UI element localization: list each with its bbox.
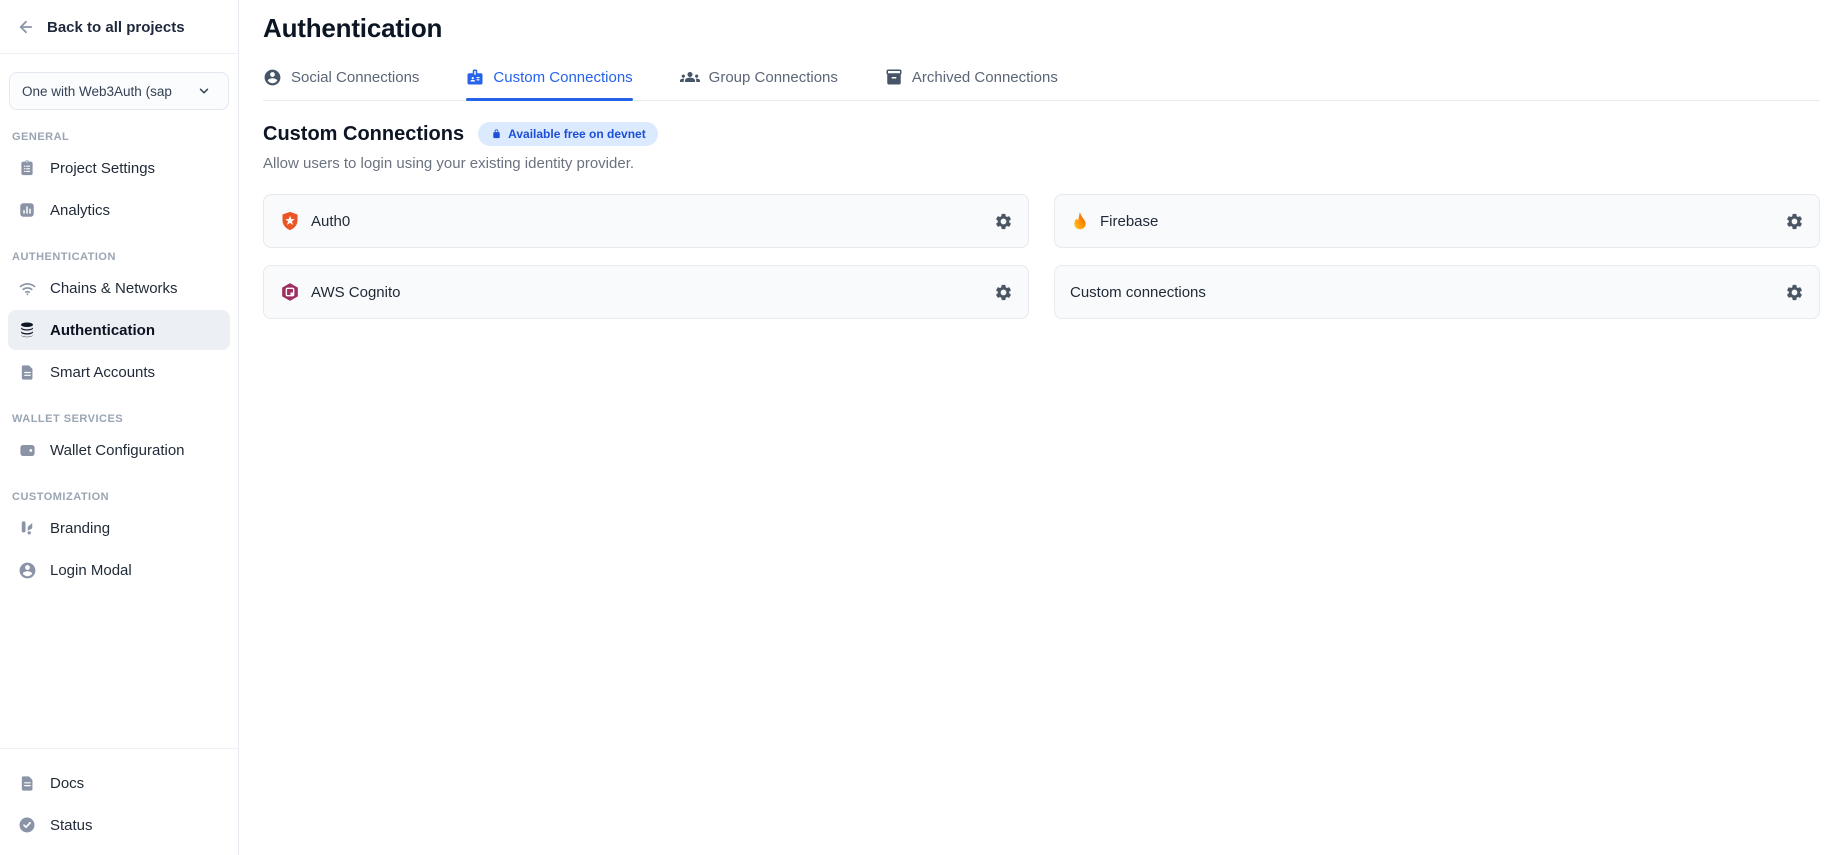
check-circle-icon [17, 815, 37, 835]
connections-grid: Auth0 Firebase [263, 194, 1820, 319]
sidebar-nav: GENERAL Project Settings Analytics AUTHE… [0, 110, 238, 748]
arrow-left-icon [16, 17, 36, 37]
clipboard-icon [17, 158, 37, 178]
card-label: AWS Cognito [311, 284, 983, 301]
sidebar-item-label: Authentication [50, 322, 155, 339]
card-auth0[interactable]: Auth0 [263, 194, 1029, 248]
sidebar-item-label: Chains & Networks [50, 280, 178, 297]
wallet-icon [17, 440, 37, 460]
sidebar-item-wallet-configuration[interactable]: Wallet Configuration [8, 430, 230, 470]
settings-gear-icon[interactable] [994, 283, 1013, 302]
tab-archived-connections[interactable]: Archived Connections [885, 67, 1058, 100]
chevron-down-icon [196, 83, 212, 99]
section-label-customization: CUSTOMIZATION [8, 491, 230, 503]
section-title: Custom Connections [263, 123, 464, 146]
card-custom-connections[interactable]: Custom connections [1054, 265, 1820, 319]
devnet-badge: Available free on devnet [478, 122, 658, 146]
aws-cognito-logo [279, 282, 300, 303]
project-selector-value: One with Web3Auth (sap [22, 84, 190, 99]
page-title: Authentication [263, 13, 1820, 44]
main-content: Authentication Social Connections Custom… [239, 0, 1840, 855]
sidebar-item-label: Analytics [50, 202, 110, 219]
sidebar-item-branding[interactable]: Branding [8, 508, 230, 548]
user-circle-icon [17, 560, 37, 580]
users-group-icon [680, 67, 700, 87]
card-label: Custom connections [1070, 284, 1774, 301]
section-description: Allow users to login using your existing… [263, 155, 1820, 172]
sidebar-item-label: Project Settings [50, 160, 155, 177]
back-to-projects-label: Back to all projects [47, 19, 185, 36]
lock-icon [490, 128, 502, 141]
sidebar-item-status[interactable]: Status [8, 805, 230, 845]
tab-label: Group Connections [709, 69, 838, 86]
tab-label: Social Connections [291, 69, 419, 86]
user-circle-icon [263, 68, 282, 87]
analytics-icon [17, 200, 37, 220]
sidebar-item-label: Branding [50, 520, 110, 537]
database-icon [17, 320, 37, 340]
sidebar: Back to all projects One with Web3Auth (… [0, 0, 239, 855]
sidebar-item-login-modal[interactable]: Login Modal [8, 550, 230, 590]
sidebar-item-authentication[interactable]: Authentication [8, 310, 230, 350]
settings-gear-icon[interactable] [1785, 283, 1804, 302]
sidebar-item-smart-accounts[interactable]: Smart Accounts [8, 352, 230, 392]
tab-bar: Social Connections Custom Connections Gr… [263, 67, 1820, 101]
firebase-logo [1070, 210, 1089, 232]
archive-box-icon [885, 68, 903, 86]
section-label-authentication: AUTHENTICATION [8, 251, 230, 263]
devnet-badge-label: Available free on devnet [508, 127, 646, 141]
tab-label: Archived Connections [912, 69, 1058, 86]
section-header: Custom Connections Available free on dev… [263, 122, 1820, 146]
card-label: Auth0 [311, 213, 983, 230]
card-label: Firebase [1100, 213, 1774, 230]
branding-icon [17, 518, 37, 538]
sidebar-item-chains-networks[interactable]: Chains & Networks [8, 268, 230, 308]
sidebar-item-label: Wallet Configuration [50, 442, 185, 459]
settings-gear-icon[interactable] [1785, 212, 1804, 231]
sidebar-item-analytics[interactable]: Analytics [8, 190, 230, 230]
card-aws-cognito[interactable]: AWS Cognito [263, 265, 1029, 319]
tab-custom-connections[interactable]: Custom Connections [466, 67, 632, 100]
settings-gear-icon[interactable] [994, 212, 1013, 231]
id-badge-icon [466, 68, 484, 86]
sidebar-item-label: Smart Accounts [50, 364, 155, 381]
tab-label: Custom Connections [493, 69, 632, 86]
tab-group-connections[interactable]: Group Connections [680, 67, 838, 100]
sidebar-item-label: Status [50, 817, 93, 834]
tab-social-connections[interactable]: Social Connections [263, 67, 419, 100]
sidebar-item-label: Login Modal [50, 562, 132, 579]
document-icon [17, 362, 37, 382]
back-to-projects-link[interactable]: Back to all projects [0, 0, 238, 54]
sidebar-item-label: Docs [50, 775, 84, 792]
sidebar-item-docs[interactable]: Docs [8, 763, 230, 803]
auth0-logo [279, 211, 300, 232]
section-label-wallet-services: WALLET SERVICES [8, 413, 230, 425]
wifi-icon [17, 278, 37, 298]
document-icon [17, 773, 37, 793]
sidebar-footer: Docs Status [0, 748, 238, 855]
card-firebase[interactable]: Firebase [1054, 194, 1820, 248]
section-label-general: GENERAL [8, 131, 230, 143]
sidebar-item-project-settings[interactable]: Project Settings [8, 148, 230, 188]
project-selector-dropdown[interactable]: One with Web3Auth (sap [9, 72, 229, 110]
